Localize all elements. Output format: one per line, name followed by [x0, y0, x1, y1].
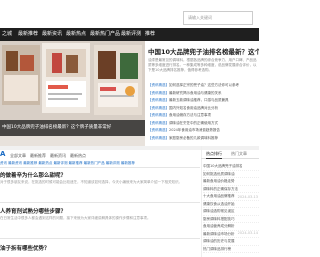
section-heading: A [0, 150, 6, 158]
list-item[interactable]: 【资讯精选】调味油在烹饪中的正确使用方式 [148, 120, 259, 128]
hero-thumb-strip [0, 136, 145, 146]
featured-title[interactable]: 中国10大品牌兜子油排名榜最新？这个 [148, 46, 259, 56]
list-item[interactable]: 【资讯精选】最新研究揭示食用油与健康的关系 [148, 90, 259, 98]
sidebar-tabs: 热点排行 热门文章 [201, 149, 259, 159]
sidebar-item[interactable]: 调味料的正确保存方法 [203, 186, 259, 193]
divider [0, 202, 200, 203]
sidebar-item[interactable]: 食用油营养成分解析 [203, 223, 259, 231]
section-tab-all[interactable]: 全部文章 [10, 153, 26, 159]
sidebar-item[interactable]: 调味油的历史与发展 [203, 238, 259, 246]
nav-item-recommend[interactable]: 最新推荐 [18, 28, 38, 41]
list-item[interactable]: 【资讯精选】如何选择正宗的兜子油？这些方法你可以参考 [148, 82, 259, 90]
sidebar-tab-hot-rank[interactable]: 热点排行 [206, 149, 222, 159]
section-link-row[interactable]: 资讯 最新资讯 最新推荐 最新热点 最新评测 最新推荐 最新热门产品 最新评测 … [0, 161, 200, 166]
featured-list: 【资讯精选】如何选择正宗的兜子油？这些方法你可以参考 【资讯精选】最新研究揭示食… [148, 82, 259, 142]
section-tab-news[interactable]: 最新资讯 [50, 153, 66, 159]
search-input[interactable]: 请输入关键词 [183, 11, 253, 25]
news-title[interactable]: 的做着辛为什么那么甜呢？ [0, 171, 200, 179]
list-item-tag: 【资讯精选】 [148, 135, 169, 140]
list-item[interactable]: 【资讯精选】家庭厨房必备的几款调味料推荐 [148, 135, 259, 143]
list-item-text: 国内外知名食用油品牌对比分析 [169, 105, 218, 110]
list-item-text: 调味油在烹饪中的正确使用方式 [169, 120, 218, 125]
sidebar-list: 中国10大品牌兜子油排名 如何挑选优质调味油 最新食用油价格走势 调味料的正确保… [203, 163, 259, 253]
sidebar-item[interactable]: 最新食用油价格走势 [203, 178, 259, 186]
list-item-text: 家庭厨房必备的几款调味料推荐 [169, 135, 218, 140]
list-item-text: 2024年食用油市场消费趋势报告 [169, 128, 220, 132]
news-desc: 在日常生活中很多人都会遇到这样的问题，接下来就为大家详细讲解具体的操作步骤和注意… [0, 216, 151, 220]
list-item[interactable]: 【资讯精选】最新五款调味油推荐，口感与品质兼具 [148, 97, 259, 105]
divider [0, 167, 200, 168]
list-item-tag: 【资讯精选】 [148, 128, 169, 132]
news-desc: 对于很多朋友来说，在挑选的时候可能会比较迷茫，不知道该如何选择，今天小编就来为大… [0, 180, 182, 184]
nav-item-home[interactable]: 之城 [2, 28, 12, 41]
news-title[interactable]: 人养育剂试熟分哪些步骤？ [0, 207, 200, 215]
list-item-text: 如何选择正宗的兜子油？这些方法你可以参考 [169, 83, 239, 87]
main-nav: 之城 最新推荐 最新资讯 最新热点 最新热门产品 最新评测 推荐 [0, 28, 259, 41]
sidebar-item[interactable]: 中国10大品牌兜子油排名 [203, 163, 259, 171]
list-item-tag: 【资讯精选】 [148, 120, 169, 125]
nav-item-products[interactable]: 最新热门产品 [90, 28, 120, 41]
list-item[interactable]: 【资讯精选】食用油储存方法与注意事项 [148, 112, 259, 120]
section-tab-recommend[interactable]: 最新推荐 [30, 153, 46, 159]
list-item-text: 最新五款调味油推荐，口感与品质兼具 [169, 98, 229, 102]
sidebar-tab-popular[interactable]: 热门文章 [231, 149, 247, 159]
hero-caption[interactable]: 中国10大品牌兜子油排名榜最新？这个牌子质量非常好 [2, 124, 142, 130]
list-item-text: 最新研究揭示食用油与健康的关系 [169, 90, 222, 95]
list-item[interactable]: 【资讯精选】2024年食用油市场消费趋势报告 [148, 127, 259, 135]
sidebar-item[interactable]: 厨房调味料搭配技巧 [203, 216, 259, 223]
list-item-tag: 【资讯精选】 [148, 83, 169, 87]
nav-item-hot[interactable]: 最新热点 [66, 28, 86, 41]
news-title[interactable]: 油子拆有哪些优势？ [0, 244, 200, 252]
list-item-tag: 【资讯精选】 [148, 105, 169, 110]
list-item-tag: 【资讯精选】 [148, 113, 169, 117]
list-item-tag: 【资讯精选】 [148, 90, 169, 95]
nav-item-reviews[interactable]: 最新评测 [121, 28, 141, 41]
featured-summary: 油漆是最常见的调味料，根据各品牌的综合竞争力、用户口碑、产品品质等多维度进行排名… [148, 58, 257, 72]
nav-item-news[interactable]: 最新资讯 [42, 28, 62, 41]
list-item[interactable]: 【资讯精选】国内外知名食用油品牌对比分析 [148, 105, 259, 113]
list-item-text: 食用油储存方法与注意事项 [169, 113, 211, 117]
divider [0, 238, 200, 239]
sidebar-item[interactable]: 最新调味油市场分析 [203, 231, 259, 238]
sidebar-item[interactable]: 如何挑选优质调味油 [203, 171, 259, 178]
nav-item-more[interactable]: 推荐 [145, 28, 155, 41]
section-tab-hot[interactable]: 最新热点 [70, 153, 86, 159]
list-item-tag: 【资讯精选】 [148, 98, 169, 102]
sidebar-item[interactable]: 十大食用油品牌推荐 [203, 193, 259, 201]
sidebar-item[interactable]: 健康饮食从选油开始 [203, 201, 259, 208]
sidebar-item[interactable]: 调味油选购常见误区 [203, 208, 259, 216]
sidebar-item[interactable]: 热门调味品排行榜 [203, 246, 259, 253]
